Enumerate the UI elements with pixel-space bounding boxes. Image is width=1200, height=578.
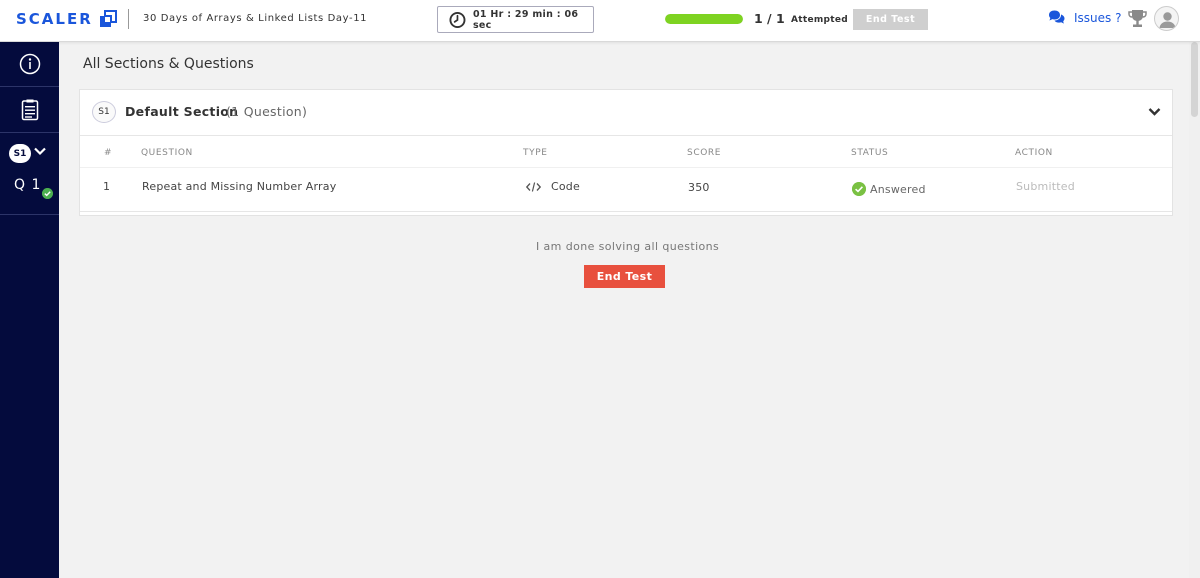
column-header-index: #	[104, 148, 113, 158]
left-sidebar: S1 Q 1	[0, 42, 59, 578]
logo-text: SCALER	[16, 10, 93, 28]
issues-link[interactable]: Issues ?	[1048, 10, 1121, 25]
code-icon	[526, 182, 541, 192]
table-divider	[80, 167, 1172, 168]
scaler-logo-icon	[99, 10, 117, 27]
section-name: Default Section	[125, 104, 239, 119]
question-type: Code	[551, 180, 580, 193]
section-card: S1 Default Section (1 Question) # QUESTI…	[79, 89, 1173, 216]
check-circle-icon	[42, 188, 53, 199]
scrollbar-thumb[interactable]	[1191, 42, 1198, 117]
attempt-count: 1 / 1	[754, 11, 785, 26]
attempt-progress-bar	[665, 14, 743, 24]
issues-label: Issues ?	[1074, 10, 1122, 25]
page-title: All Sections & Questions	[83, 56, 254, 72]
table-bottom-border	[80, 211, 1172, 212]
question-list-icon	[21, 99, 38, 121]
end-test-header-button[interactable]: End Test	[853, 9, 928, 30]
header-divider	[128, 9, 129, 29]
timer-box: 01 Hr : 29 min : 06 sec	[437, 6, 594, 33]
sidebar-section-s1[interactable]: S1 Q 1	[0, 134, 59, 215]
trophy-icon[interactable]	[1128, 9, 1147, 28]
user-avatar-icon	[1159, 12, 1176, 28]
test-title: 30 Days of Arrays & Linked Lists Day-11	[143, 13, 368, 24]
info-icon	[19, 53, 40, 75]
scaler-logo[interactable]: SCALER	[16, 10, 117, 28]
section-header[interactable]: S1 Default Section (1 Question)	[80, 90, 1172, 136]
column-header-type: TYPE	[523, 148, 548, 158]
column-header-status: STATUS	[851, 148, 889, 158]
chevron-down-icon[interactable]	[1148, 107, 1161, 117]
clock-icon	[449, 11, 466, 28]
question-score: 350	[688, 181, 710, 194]
question-link[interactable]: Repeat and Missing Number Array	[142, 180, 336, 193]
timer-text: 01 Hr : 29 min : 06 sec	[472, 8, 579, 31]
status-badge: Answered	[870, 183, 926, 196]
info-button[interactable]	[0, 42, 59, 87]
action-submitted: Submitted	[1016, 180, 1075, 193]
question-list-button[interactable]	[0, 88, 59, 133]
top-header: SCALER 30 Days of Arrays & Linked Lists …	[0, 0, 1200, 42]
done-message: I am done solving all questions	[536, 240, 720, 253]
progress-fill	[665, 14, 743, 24]
column-header-action: ACTION	[1015, 148, 1053, 158]
end-test-button[interactable]: End Test	[584, 265, 665, 288]
sidebar-section-badge: S1	[9, 144, 31, 163]
chevron-down-icon[interactable]	[34, 147, 46, 156]
page-scrollbar[interactable]	[1189, 42, 1200, 578]
check-circle-icon	[852, 182, 866, 196]
user-avatar[interactable]	[1154, 6, 1179, 31]
section-badge: S1	[92, 101, 116, 123]
row-index: 1	[103, 180, 111, 193]
chat-icon	[1049, 10, 1065, 24]
column-header-question: QUESTION	[141, 148, 193, 158]
section-question-count: (1 Question)	[226, 104, 308, 119]
attempt-label: Attempted	[791, 15, 849, 25]
column-header-score: SCORE	[687, 148, 722, 158]
sidebar-question-1[interactable]: Q 1	[14, 177, 41, 193]
